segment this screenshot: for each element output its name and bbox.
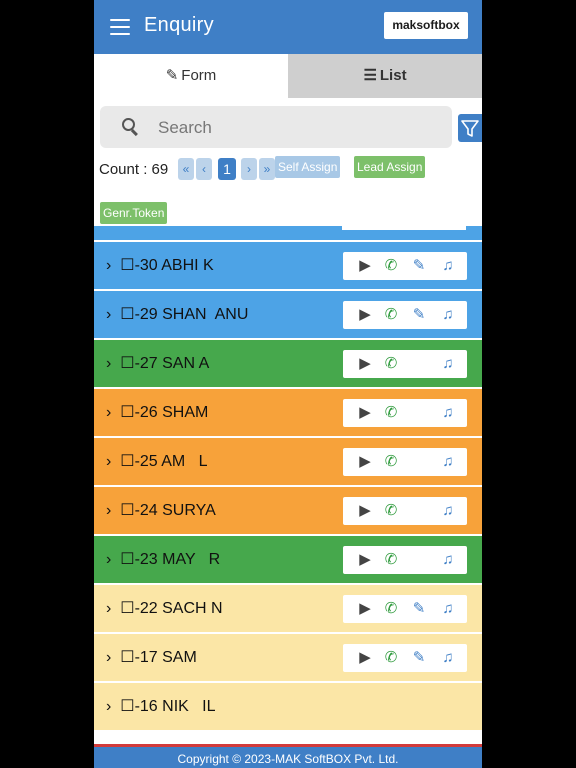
last-page-button[interactable]: »	[259, 158, 275, 180]
call-icon[interactable]: ✆	[381, 599, 401, 619]
play-icon[interactable]: ▶	[355, 403, 375, 423]
row-actions: ▶ ✆ ♫	[343, 399, 467, 427]
list-item-label: › ☐-24 SURYA	[106, 502, 216, 519]
filter-button[interactable]	[458, 114, 482, 142]
row-actions: ▶ ✆ ♫	[343, 448, 467, 476]
search-icon[interactable]	[122, 118, 138, 136]
list-item[interactable]: › ☐-22 SACH N ▶ ✆ ✎ ♫	[94, 585, 482, 634]
play-icon[interactable]: ▶	[355, 452, 375, 472]
list-item[interactable]: › ☐-23 MAY R ▶ ✆ ♫	[94, 536, 482, 585]
tab-form-label: Form	[181, 67, 217, 84]
call-icon[interactable]: ✆	[381, 501, 401, 521]
call-icon[interactable]: ✆	[381, 354, 401, 374]
list-item-label: › ☐-25 AM L	[106, 453, 208, 470]
self-assign-button[interactable]: Self Assign	[275, 156, 341, 178]
row-actions: ▶ ✆ ✎ ♫	[343, 301, 467, 329]
footer: Copyright © 2023-MAK SoftBOX Pvt. Ltd.	[94, 744, 482, 768]
current-page[interactable]: 1	[218, 158, 236, 180]
app-screen: Enquiry maksoftbox ✎Form ☰List Count : 6…	[94, 0, 482, 768]
row-actions: ▶ ✆ ✎ ♫	[343, 644, 467, 672]
play-icon[interactable]: ▶	[355, 256, 375, 276]
call-icon[interactable]: ✆	[381, 403, 401, 423]
row-actions: ▶ ✆ ✎ ♫	[343, 252, 467, 280]
play-icon[interactable]: ▶	[355, 501, 375, 521]
music-icon[interactable]: ♫	[438, 648, 458, 668]
record-count: Count : 69	[99, 161, 169, 178]
list-item-label: › ☐-16 NIK IL	[106, 698, 216, 715]
play-icon[interactable]: ▶	[355, 648, 375, 668]
list-item[interactable]: › ☐-25 AM L ▶ ✆ ♫	[94, 438, 482, 487]
row-actions: ▶ ✆ ♫	[343, 546, 467, 574]
play-icon[interactable]: ▶	[355, 305, 375, 325]
list-item[interactable]: › ☐-27 SAN A ▶ ✆ ♫	[94, 340, 482, 389]
call-icon[interactable]: ✆	[381, 648, 401, 668]
play-icon[interactable]: ▶	[355, 550, 375, 570]
row-actions: ▶ ✆ ✎ ♫	[343, 595, 467, 623]
list-item[interactable]: › ☐-26 SHAM ▶ ✆ ♫	[94, 389, 482, 438]
list-item[interactable]: › ☐-30 ABHI K ▶ ✆ ✎ ♫	[94, 242, 482, 291]
list-item[interactable]: › ☐-16 NIK IL	[94, 683, 482, 730]
prev-page-button[interactable]: ‹	[196, 158, 212, 180]
genr-token-button[interactable]: Genr.Token	[100, 202, 168, 224]
enquiry-list: › ☐-30 ABHI K ▶ ✆ ✎ ♫ › ☐-29 SHAN ANU ▶ ✆ ✎ ♫ › ☐-…	[94, 226, 482, 730]
edit-icon[interactable]: ✎	[409, 305, 429, 325]
first-page-button[interactable]: «	[178, 158, 194, 180]
list-item-label: › ☐-23 MAY R	[106, 551, 221, 568]
search-input[interactable]	[156, 116, 440, 140]
list-item-label: › ☐-29 SHAN ANU	[106, 306, 249, 323]
row-actions: ▶ ✆ ♫	[343, 350, 467, 378]
edit-icon[interactable]: ✎	[409, 599, 429, 619]
edit-icon[interactable]: ✎	[409, 256, 429, 276]
list-top-edge	[94, 226, 482, 242]
tab-list[interactable]: ☰ List	[288, 54, 482, 98]
next-page-button[interactable]: ›	[241, 158, 257, 180]
filter-icon	[461, 120, 479, 137]
app-header: Enquiry maksoftbox	[94, 0, 482, 54]
list-item-label: › ☐-17 SAM	[106, 649, 197, 666]
lead-assign-button[interactable]: Lead Assign	[354, 156, 426, 178]
music-icon[interactable]: ♫	[438, 256, 458, 276]
list-item-label: › ☐-30 ABHI K	[106, 257, 214, 274]
list-toolbar: Count : 69 « ‹ 1 › » Self Assign Lead As…	[99, 156, 482, 182]
tab-list-label: List	[379, 67, 407, 84]
copyright-text: Copyright © 2023-MAK SoftBOX Pvt. Ltd.	[177, 752, 399, 766]
list-item[interactable]: › ☐-24 SURYA ▶ ✆ ♫	[94, 487, 482, 536]
music-icon[interactable]: ♫	[438, 501, 458, 521]
list-item[interactable]: › ☐-17 SAM ▶ ✆ ✎ ♫	[94, 634, 482, 683]
music-icon[interactable]: ♫	[438, 305, 458, 325]
music-icon[interactable]: ♫	[438, 354, 458, 374]
music-icon[interactable]: ♫	[438, 599, 458, 619]
list-item[interactable]: › ☐-29 SHAN ANU ▶ ✆ ✎ ♫	[94, 291, 482, 340]
list-icon: ☰	[363, 67, 377, 84]
list-item-label: › ☐-22 SACH N	[106, 600, 223, 617]
call-icon[interactable]: ✆	[381, 550, 401, 570]
search-bar	[100, 106, 452, 148]
play-icon[interactable]: ▶	[355, 599, 375, 619]
page-title: Enquiry	[144, 14, 214, 36]
row-actions: ▶ ✆ ♫	[343, 497, 467, 525]
view-tabs: ✎ Form ☰ List	[94, 54, 482, 98]
edit-icon: ✎	[165, 67, 179, 84]
brand-logo: maksoftbox	[384, 12, 468, 39]
list-item-label: › ☐-26 SHAM	[106, 404, 209, 421]
list-item-label: › ☐-27 SAN A	[106, 355, 210, 372]
menu-icon[interactable]	[110, 19, 130, 35]
tab-form[interactable]: ✎ Form	[94, 54, 288, 98]
footer-spacer	[94, 730, 482, 744]
call-icon[interactable]: ✆	[381, 256, 401, 276]
play-icon[interactable]: ▶	[355, 354, 375, 374]
music-icon[interactable]: ♫	[438, 550, 458, 570]
call-icon[interactable]: ✆	[381, 452, 401, 472]
music-icon[interactable]: ♫	[438, 403, 458, 423]
call-icon[interactable]: ✆	[381, 305, 401, 325]
edit-icon[interactable]: ✎	[409, 648, 429, 668]
music-icon[interactable]: ♫	[438, 452, 458, 472]
